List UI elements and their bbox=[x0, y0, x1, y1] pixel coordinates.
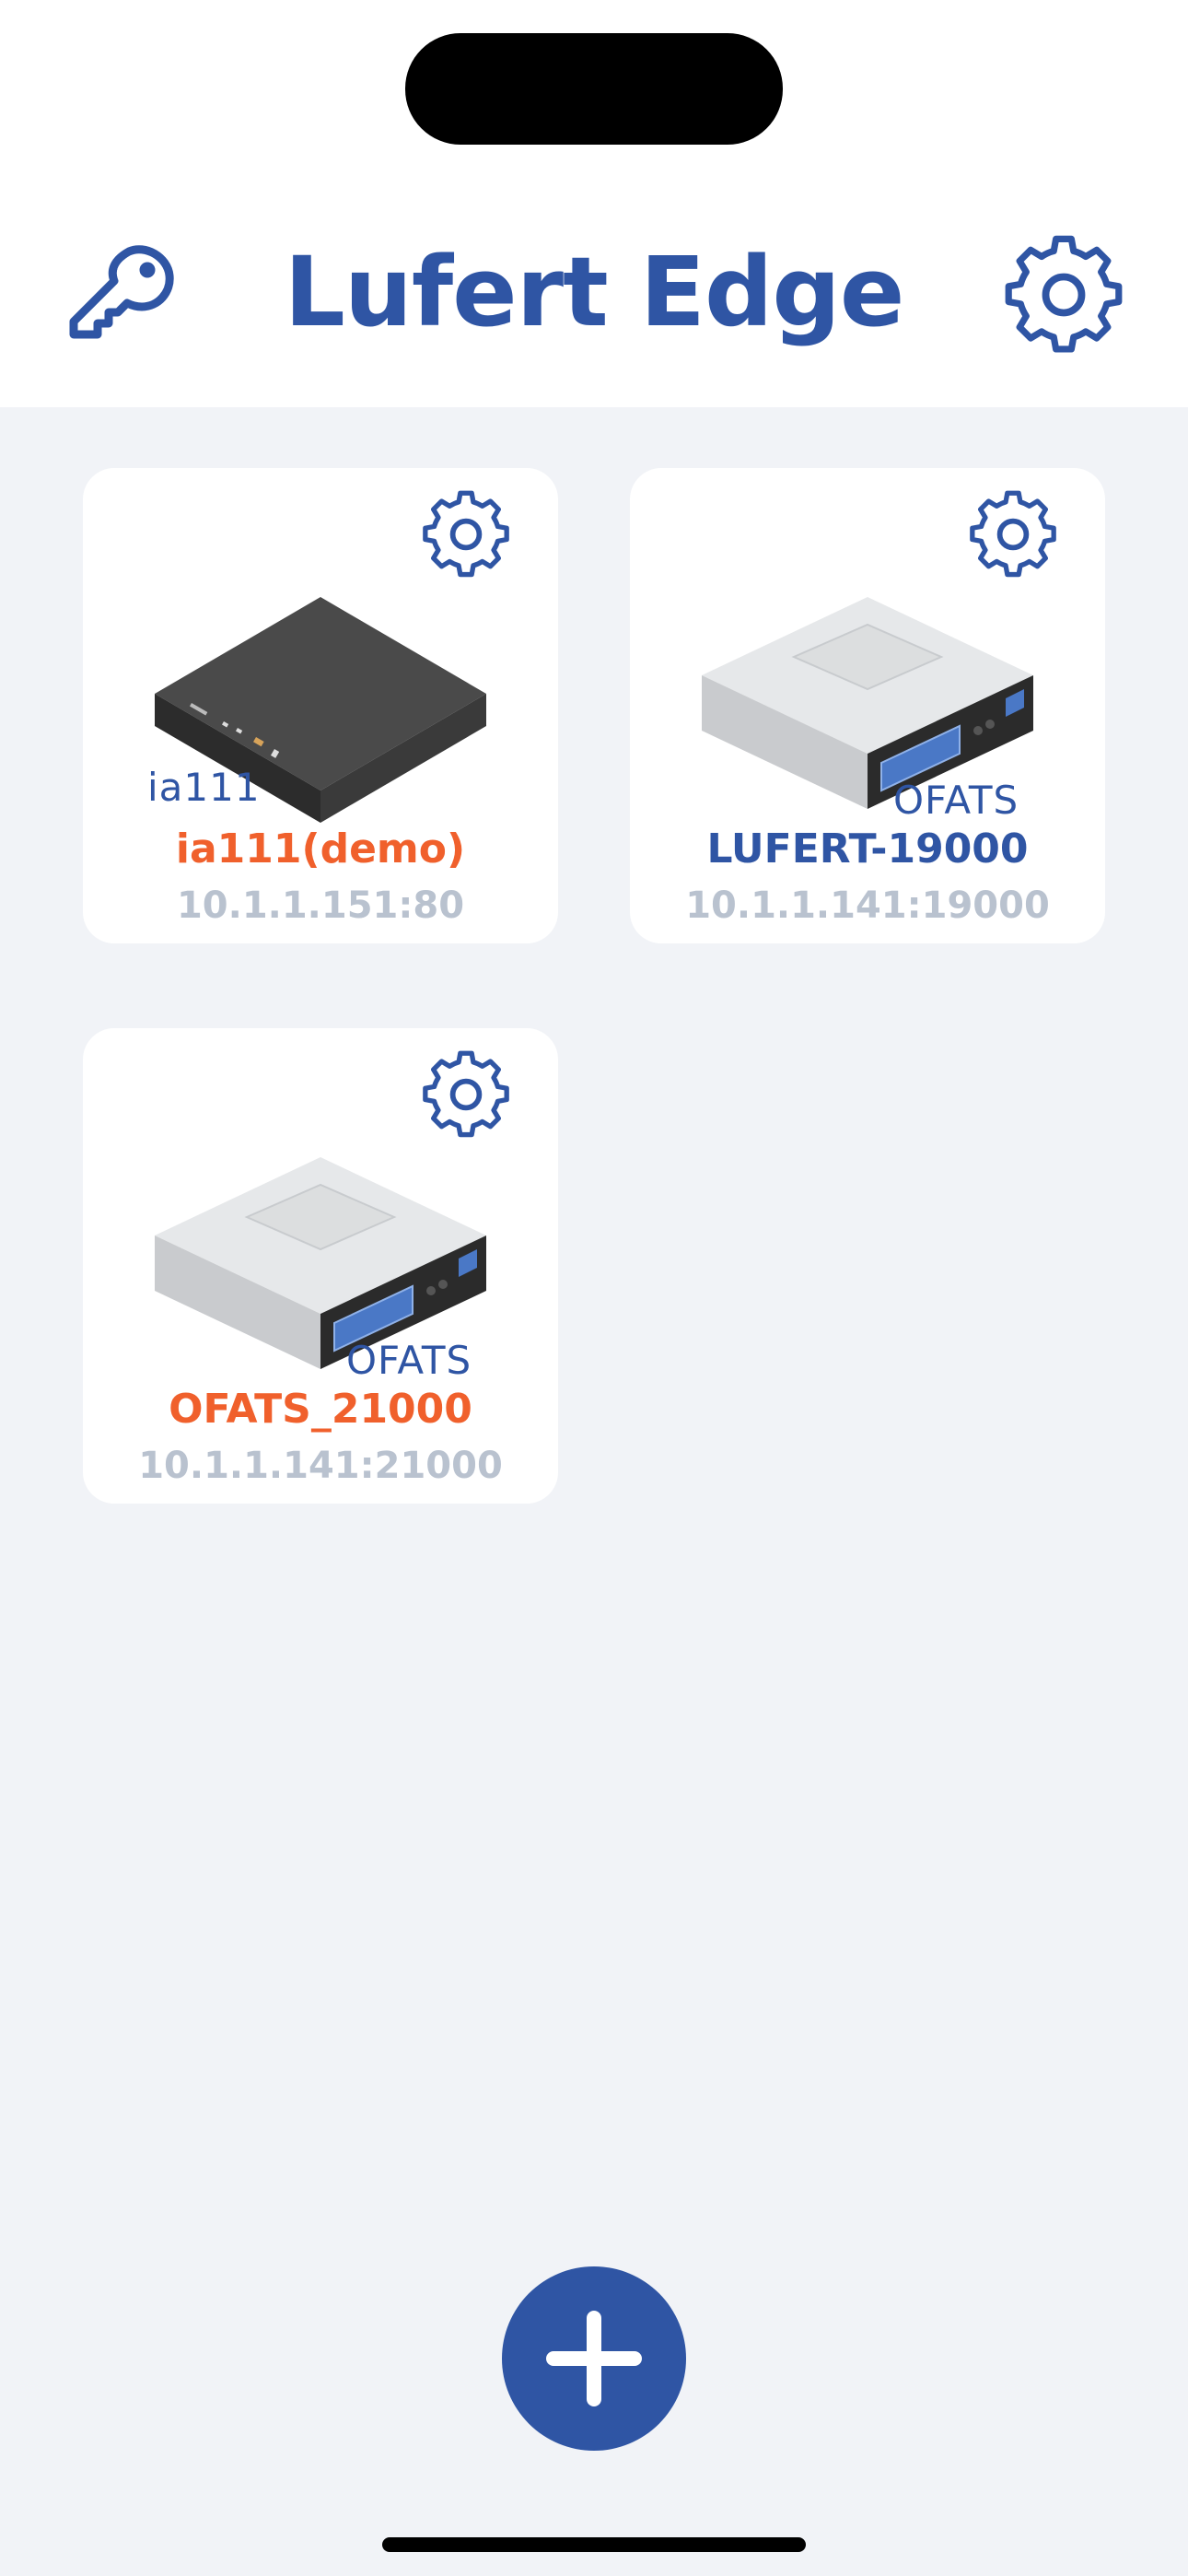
device-address: 10.1.1.141:21000 bbox=[138, 1445, 503, 1487]
app-screen: Lufert Edge ia111 ia111(demo) 10.1.1.151… bbox=[0, 0, 1188, 2576]
home-indicator bbox=[382, 2537, 806, 2552]
device-settings-gear-icon[interactable] bbox=[422, 490, 510, 579]
device-model-label: ia111 bbox=[147, 765, 261, 810]
add-device-button[interactable] bbox=[502, 2266, 686, 2451]
header: Lufert Edge bbox=[0, 0, 1188, 407]
device-address: 10.1.1.141:19000 bbox=[685, 884, 1050, 927]
device-address: 10.1.1.151:80 bbox=[176, 884, 465, 927]
device-model-label: OFATS bbox=[346, 1338, 472, 1383]
device-name: OFATS_21000 bbox=[169, 1386, 472, 1433]
plus-icon bbox=[546, 2311, 642, 2406]
device-model-label: OFATS bbox=[893, 778, 1019, 823]
device-name: LUFERT-19000 bbox=[706, 825, 1029, 872]
device-settings-gear-icon[interactable] bbox=[422, 1050, 510, 1139]
device-name: ia111(demo) bbox=[175, 825, 466, 872]
settings-gear-icon[interactable] bbox=[1004, 235, 1124, 355]
device-card-lufert-19000[interactable]: OFATS LUFERT-19000 10.1.1.141:19000 bbox=[630, 468, 1105, 943]
device-card-ofats-21000[interactable]: OFATS OFATS_21000 10.1.1.141:21000 bbox=[83, 1028, 558, 1504]
dynamic-island bbox=[405, 33, 783, 145]
device-card-ia111[interactable]: ia111 ia111(demo) 10.1.1.151:80 bbox=[83, 468, 558, 943]
device-settings-gear-icon[interactable] bbox=[969, 490, 1057, 579]
